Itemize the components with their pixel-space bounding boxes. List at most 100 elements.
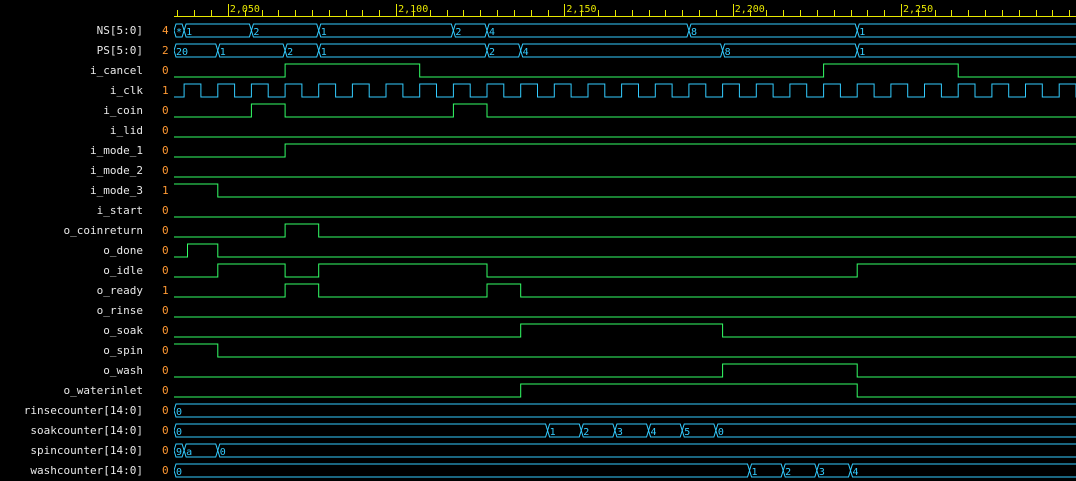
signal-name[interactable]: spincounter[14:0] (30, 441, 143, 461)
bus-segment (851, 464, 1076, 477)
signal-name[interactable]: i_start (97, 201, 143, 221)
signal-waveform[interactable]: 9a 0 (174, 444, 1076, 458)
signal-current-value: 0 (162, 241, 169, 261)
bus-value-label: 1 (859, 27, 865, 38)
signal-name[interactable]: i_coin (103, 101, 143, 121)
signal-name[interactable]: o_wash (103, 361, 143, 381)
signal-name[interactable]: i_lid (110, 121, 143, 141)
bus-value-label: 1 (550, 427, 556, 438)
signal-name[interactable]: o_waterinlet (64, 381, 143, 401)
signal-waveform[interactable] (174, 84, 1076, 97)
signal-name[interactable]: o_done (103, 241, 143, 261)
bus-segment (184, 24, 251, 37)
time-ruler: 2,0502,1002,1502,2002,250 (174, 4, 1076, 17)
signal-name[interactable]: soakcounter[14:0] (30, 421, 143, 441)
signal-current-value: 1 (162, 181, 169, 201)
signal-waveform[interactable] (174, 384, 1076, 397)
signal-waveform[interactable] (174, 144, 1076, 157)
bus-value-label: 1 (220, 47, 226, 58)
waveform-trace (174, 264, 1076, 277)
signal-current-value: 0 (162, 401, 169, 421)
signal-current-value: 2 (162, 41, 169, 61)
signal-waveform[interactable] (174, 224, 1076, 237)
signal-name[interactable]: PS[5:0] (97, 41, 143, 61)
signal-current-value: 0 (162, 461, 169, 481)
bus-value-label: 0 (176, 427, 182, 438)
bus-segment (218, 44, 285, 57)
bus-value-label: 9 (176, 447, 182, 458)
signal-waveform[interactable]: 201212481 (174, 44, 1076, 58)
bus-value-label: 0 (718, 427, 724, 438)
bus-value-label: 1 (186, 27, 192, 38)
bus-value-label: 1 (752, 467, 758, 478)
signal-waveform[interactable]: 01234 (174, 464, 1076, 478)
signal-name[interactable]: i_mode_1 (90, 141, 143, 161)
bus-value-label: 1 (321, 47, 327, 58)
signal-current-value: 0 (162, 101, 169, 121)
bus-segment (174, 404, 1076, 417)
signal-name[interactable]: i_mode_3 (90, 181, 143, 201)
signal-current-value: 0 (162, 121, 169, 141)
signal-waveform[interactable] (174, 104, 1076, 117)
bus-segment (857, 24, 1076, 37)
bus-value-label: 4 (853, 467, 859, 478)
signal-current-value: 0 (162, 161, 169, 181)
signal-name[interactable]: o_soak (103, 321, 143, 341)
waveform-trace (174, 104, 1076, 117)
bus-value-label: 5 (684, 427, 690, 438)
signal-waveform[interactable] (174, 64, 1076, 77)
signal-waveform[interactable]: *1212481 (174, 24, 1076, 38)
bus-value-label: 0 (220, 447, 226, 458)
bus-value-label: 1 (859, 47, 865, 58)
signal-name[interactable]: o_idle (103, 261, 143, 281)
signal-name[interactable]: o_rinse (97, 301, 143, 321)
signal-current-value: 1 (162, 281, 169, 301)
signal-name[interactable]: rinsecounter[14:0] (24, 401, 143, 421)
bus-value-label: 3 (819, 467, 825, 478)
signal-current-value: 0 (162, 201, 169, 221)
signal-waveform[interactable] (174, 324, 1076, 337)
signal-name[interactable]: o_spin (103, 341, 143, 361)
signal-current-value: 0 (162, 141, 169, 161)
bus-value-label: 2 (583, 427, 589, 438)
signal-name[interactable]: i_cancel (90, 61, 143, 81)
signal-waveform[interactable] (174, 244, 1076, 257)
bus-segment (723, 44, 858, 57)
signal-waveform[interactable] (174, 184, 1076, 197)
ruler-tick-label: 2,200 (735, 4, 765, 15)
bus-segment (174, 424, 548, 437)
waveform-trace (174, 64, 1076, 77)
bus-segment (251, 24, 318, 37)
signal-waveform[interactable]: 0123450 (174, 424, 1076, 438)
signal-waveform[interactable] (174, 364, 1076, 377)
signal-waveform[interactable] (174, 344, 1076, 357)
signal-name[interactable]: o_ready (97, 281, 143, 301)
signal-name[interactable]: washcounter[14:0] (30, 461, 143, 481)
waveform-canvas[interactable]: 2,0502,1002,1502,2002,250*12124812012124… (174, 0, 1076, 479)
signal-waveform[interactable] (174, 284, 1076, 297)
ruler-tick-label: 2,050 (230, 4, 260, 15)
bus-value-label: 8 (725, 47, 731, 58)
waveform-trace (174, 184, 1076, 197)
signal-waveform[interactable] (174, 264, 1076, 277)
bus-segment (174, 464, 750, 477)
signal-name[interactable]: o_coinreturn (64, 221, 143, 241)
signal-current-value: 0 (162, 361, 169, 381)
signal-current-value: 0 (162, 341, 169, 361)
signal-name[interactable]: NS[5:0] (97, 21, 143, 41)
bus-segment (218, 444, 1076, 457)
signal-current-value: 0 (162, 421, 169, 441)
waveform-trace (174, 224, 1076, 237)
ruler-tick-label: 2,250 (903, 4, 933, 15)
bus-segment (319, 24, 454, 37)
signal-waveform[interactable]: 0 (174, 404, 1076, 418)
bus-value-label: 4 (489, 27, 495, 38)
waveform-pane[interactable]: 2,0502,1002,1502,2002,250*12124812012124… (174, 0, 1076, 479)
signal-name[interactable]: i_mode_2 (90, 161, 143, 181)
bus-value-label: a (186, 447, 192, 458)
signal-current-value: 0 (162, 321, 169, 341)
signal-current-value: 0 (162, 441, 169, 461)
waveform-trace (174, 364, 1076, 377)
signal-value-pane: 42010000100001000000000 (146, 0, 174, 479)
signal-name[interactable]: i_clk (110, 81, 143, 101)
